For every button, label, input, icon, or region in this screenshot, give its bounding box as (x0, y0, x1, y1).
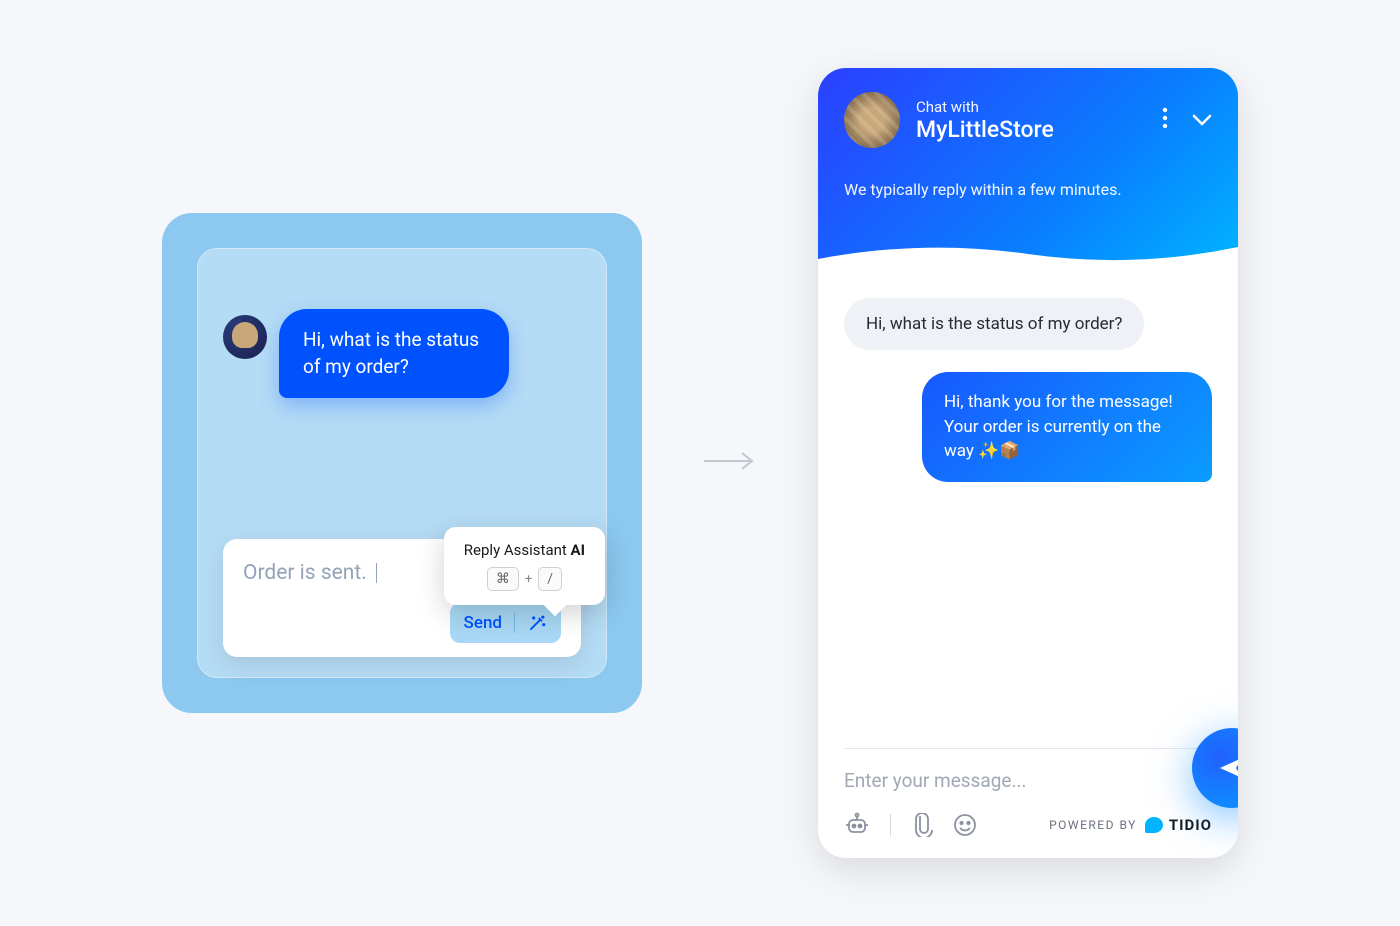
magic-wand-icon[interactable] (527, 613, 547, 633)
text-cursor (376, 563, 377, 583)
outgoing-message: Hi, thank you for the message! Your orde… (922, 372, 1212, 482)
customer-message-row: Hi, what is the status of my order? (223, 309, 581, 398)
chevron-down-icon[interactable] (1192, 111, 1212, 130)
reply-time-text: We typically reply within a few minutes. (844, 180, 1212, 199)
icon-divider (890, 814, 891, 836)
chat-footer: Enter your message... (818, 748, 1238, 858)
send-divider (514, 613, 515, 633)
store-name: MyLittleStore (916, 116, 1146, 143)
keyboard-shortcut: ⌘ + / (464, 567, 585, 591)
send-button[interactable]: Send (464, 613, 502, 633)
more-options-icon[interactable] (1162, 107, 1168, 133)
tooltip-prefix: Reply Assistant (464, 541, 571, 559)
compose-area: Reply Assistant AI ⌘ + / Order is sent. … (223, 539, 581, 657)
kbd-plus: + (525, 572, 532, 587)
header-actions (1162, 107, 1212, 133)
attachment-icon[interactable] (911, 813, 933, 837)
compose-text: Order is sent. (243, 561, 367, 585)
powered-by[interactable]: POWERED BY TIDIO (1049, 816, 1212, 834)
chatbot-icon[interactable] (844, 812, 870, 838)
send-button-group: Send (450, 603, 561, 643)
tidio-bubble-icon (1145, 817, 1163, 833)
chat-body: Hi, what is the status of my order? Hi, … (818, 268, 1238, 748)
reply-assistant-tooltip: Reply Assistant AI ⌘ + / (444, 527, 605, 605)
compose-actions: Send (243, 603, 561, 643)
tooltip-title: Reply Assistant AI (464, 541, 585, 559)
arrow-icon (702, 449, 758, 477)
footer-divider (844, 748, 1212, 749)
chat-header: Chat with MyLittleStore We typically rep… (818, 68, 1238, 268)
agent-inner: Hi, what is the status of my order? Repl… (197, 248, 607, 678)
tidio-logo: TIDIO (1145, 816, 1212, 834)
emoji-icon[interactable] (953, 813, 977, 837)
footer-row: POWERED BY TIDIO (844, 812, 1212, 838)
customer-message-bubble: Hi, what is the status of my order? (279, 309, 509, 398)
header-wave (818, 239, 1238, 269)
chat-with-label: Chat with (916, 98, 1146, 116)
powered-label: POWERED BY (1049, 818, 1137, 832)
header-text: Chat with MyLittleStore (916, 98, 1146, 143)
customer-avatar (223, 315, 267, 359)
incoming-message: Hi, what is the status of my order? (844, 298, 1144, 350)
agent-panel: Hi, what is the status of my order? Repl… (162, 213, 642, 713)
tooltip-bold: AI (571, 541, 585, 559)
message-input[interactable]: Enter your message... (844, 769, 1212, 792)
chat-widget: Chat with MyLittleStore We typically rep… (818, 68, 1238, 858)
header-top: Chat with MyLittleStore (844, 92, 1212, 148)
kbd-slash: / (538, 567, 562, 591)
brand-name: TIDIO (1169, 816, 1212, 834)
kbd-cmd: ⌘ (487, 567, 519, 591)
store-avatar (844, 92, 900, 148)
